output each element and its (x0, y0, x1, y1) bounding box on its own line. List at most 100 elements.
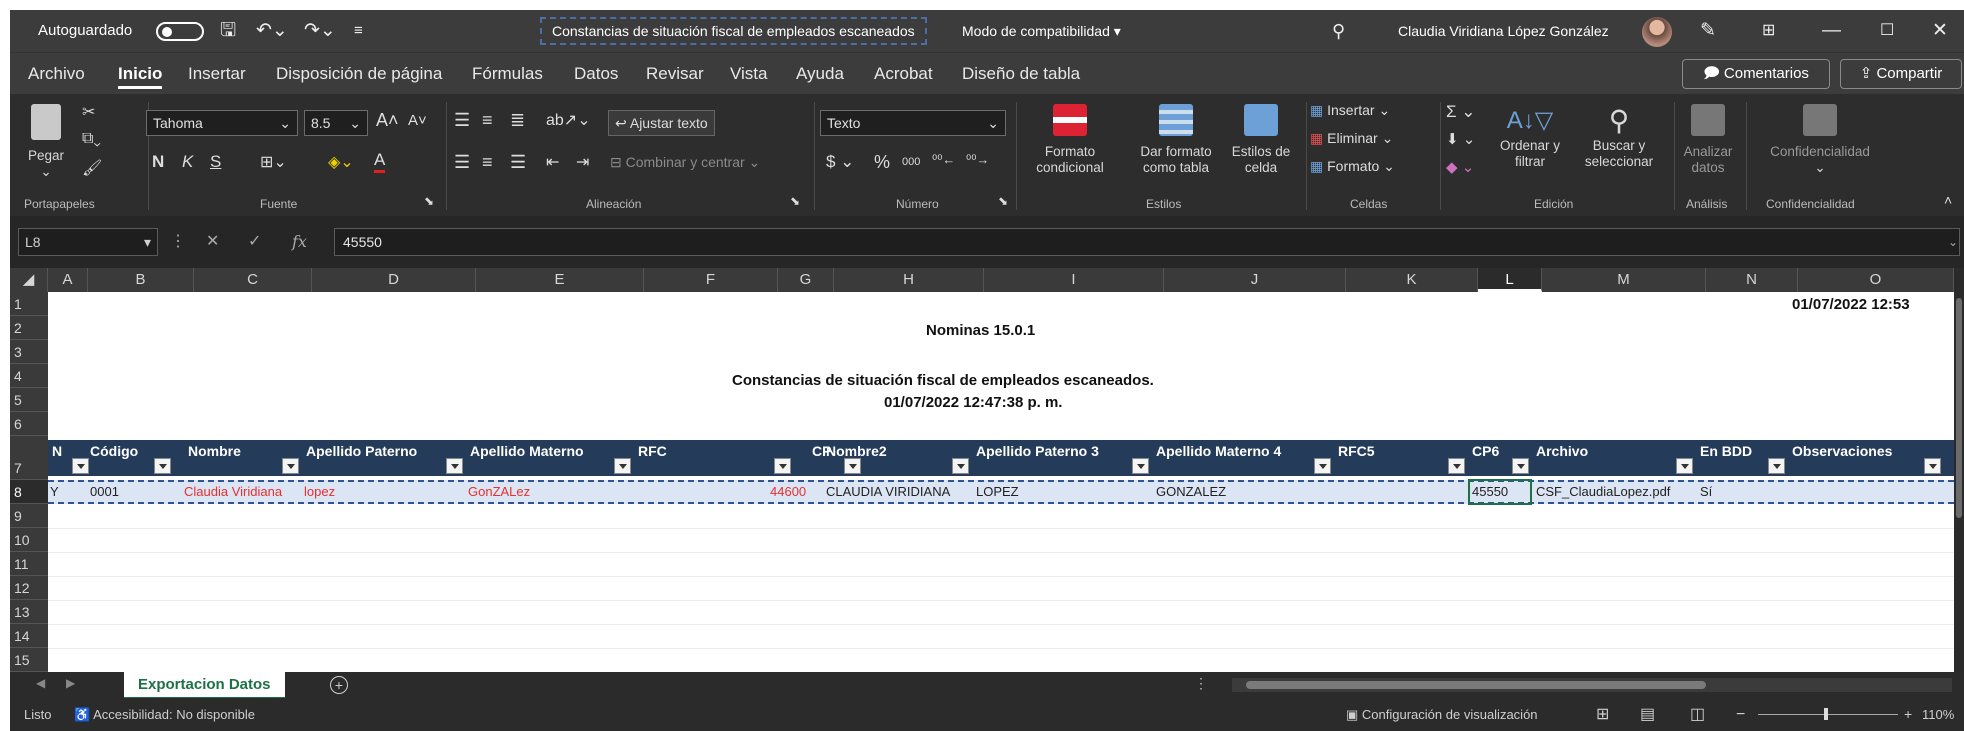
header-codigo[interactable]: Código (86, 440, 174, 476)
ribbon-display-icon[interactable]: ⊞ (1762, 10, 1775, 52)
format-as-table-button[interactable]: Dar formato como tabla (1128, 104, 1224, 176)
col-k[interactable]: K (1346, 268, 1478, 292)
col-c[interactable]: C (194, 268, 312, 292)
filter-observaciones-button[interactable] (1924, 458, 1941, 474)
header-nombre[interactable]: Nombre (184, 440, 302, 476)
row-11[interactable]: 11 (10, 552, 48, 576)
cancel-icon[interactable]: ✕ (206, 228, 219, 256)
font-size-select[interactable]: 8.5 ⌄ (304, 110, 368, 136)
col-n[interactable]: N (1706, 268, 1798, 292)
col-l[interactable]: L (1478, 268, 1542, 292)
alignment-dialog-icon[interactable]: ⬊ (790, 194, 800, 208)
tab-diseno-tabla[interactable]: Diseño de tabla (962, 53, 1080, 95)
find-select-button[interactable]: ⚲ Buscar y seleccionar (1570, 104, 1668, 170)
align-bottom-icon[interactable]: ≣ (510, 110, 525, 131)
header-cp6[interactable]: CP6 (1468, 440, 1532, 476)
tab-vista[interactable]: Vista (730, 53, 768, 95)
filter-apellido-materno-button[interactable] (614, 458, 631, 474)
page-break-view-icon[interactable]: ◫ (1690, 698, 1705, 731)
header-apellido-paterno[interactable]: Apellido Paterno (302, 440, 466, 476)
tab-ayuda[interactable]: Ayuda (796, 53, 844, 95)
name-box[interactable]: L8 ▾ (18, 228, 158, 256)
pen-icon[interactable]: ✎ (1700, 10, 1716, 52)
row-2[interactable]: 2 (10, 316, 48, 340)
tab-datos[interactable]: Datos (574, 53, 618, 95)
number-format-select[interactable]: Texto ⌄ (820, 110, 1006, 136)
next-sheet-icon[interactable]: ▶ (66, 676, 75, 690)
align-left-icon[interactable]: ☰ (454, 152, 470, 173)
align-top-icon[interactable]: ☰ (454, 110, 470, 131)
autosave-toggle[interactable] (156, 22, 204, 41)
number-dialog-icon[interactable]: ⬊ (998, 194, 1008, 208)
display-settings-button[interactable]: ▣ Configuración de visualización (1346, 698, 1538, 731)
header-nombre2[interactable]: Nombre2 (822, 440, 972, 476)
increase-indent-icon[interactable]: ⇥ (576, 152, 589, 172)
sensitivity-button[interactable]: Confidencialidad ⌄ (1752, 104, 1888, 176)
cell-archivo[interactable]: CSF_ClaudiaLopez.pdf (1536, 484, 1670, 499)
search-icon[interactable]: ⚲ (1332, 10, 1345, 52)
header-apellido-materno-4[interactable]: Apellido Materno 4 (1152, 440, 1334, 476)
header-apellido-materno[interactable]: Apellido Materno (466, 440, 634, 476)
page-layout-view-icon[interactable]: ▤ (1640, 698, 1655, 731)
align-right-icon[interactable]: ☰ (510, 152, 526, 173)
prev-sheet-icon[interactable]: ◀ (36, 676, 45, 690)
currency-icon[interactable]: $ ⌄ (826, 152, 854, 172)
cell-styles-button[interactable]: Estilos de celda (1226, 104, 1296, 176)
filter-en-bdd-button[interactable] (1768, 458, 1785, 474)
increase-decimal-icon[interactable]: ⁰⁰← (932, 152, 955, 168)
decrease-indent-icon[interactable]: ⇤ (546, 152, 559, 172)
underline-button[interactable]: S (210, 152, 221, 172)
document-title[interactable]: Constancias de situación fiscal de emple… (540, 17, 927, 45)
row-15[interactable]: 15 (10, 648, 48, 672)
avatar[interactable] (1642, 17, 1672, 47)
italic-button[interactable]: K (182, 152, 193, 172)
vertical-scrollbar[interactable] (1954, 268, 1964, 672)
cell-codigo[interactable]: 0001 (90, 484, 119, 499)
customize-toolbar-icon[interactable]: ≡ (354, 10, 363, 52)
select-all-corner[interactable]: ◢ (10, 268, 48, 292)
decrease-font-icon[interactable]: A˅ (408, 112, 427, 129)
row-10[interactable]: 10 (10, 528, 48, 552)
minimize-icon[interactable]: — (1822, 10, 1841, 52)
filter-apellido-paterno-button[interactable] (446, 458, 463, 474)
header-en-bdd[interactable]: En BDD (1696, 440, 1788, 476)
tab-formulas[interactable]: Fórmulas (472, 53, 543, 95)
autosum-icon[interactable]: Σ ⌄ (1446, 102, 1475, 122)
col-m[interactable]: M (1542, 268, 1706, 292)
decrease-decimal-icon[interactable]: ⁰⁰→ (966, 152, 989, 168)
analyze-data-button[interactable]: Analizar datos (1678, 104, 1738, 176)
row-8[interactable]: 8 (10, 480, 48, 504)
worksheet-grid[interactable]: 01/07/2022 12:53 Nominas 15.0.1 Constanc… (48, 292, 1954, 672)
row-9[interactable]: 9 (10, 504, 48, 528)
delete-cells-button[interactable]: ▦ Eliminar ⌄ (1310, 130, 1393, 147)
tab-insertar[interactable]: Insertar (188, 53, 246, 95)
format-painter-icon[interactable]: 🖌 (82, 158, 102, 178)
percent-icon[interactable]: % (874, 152, 890, 173)
cut-icon[interactable]: ✂ (82, 102, 95, 122)
copy-icon[interactable]: ⧉⌄ (82, 130, 101, 148)
collapse-ribbon-icon[interactable]: ˄ (1944, 192, 1952, 208)
col-f[interactable]: F (644, 268, 778, 292)
insert-cells-button[interactable]: ▦ Insertar ⌄ (1310, 102, 1390, 119)
zoom-slider[interactable] (1758, 708, 1898, 720)
add-sheet-icon[interactable]: + (330, 676, 348, 694)
report-generated-date[interactable]: 01/07/2022 12:47:38 p. m. (884, 394, 1062, 411)
fill-color-icon[interactable]: ◈⌄ (328, 152, 354, 172)
tab-archivo[interactable]: Archivo (28, 53, 85, 95)
cell-cp[interactable]: 44600 (770, 484, 806, 499)
header-rfc[interactable]: RFC (634, 440, 794, 476)
maximize-icon[interactable]: ☐ (1880, 10, 1894, 52)
cell-apellido-materno-4[interactable]: GONZALEZ (1156, 484, 1226, 499)
col-d[interactable]: D (312, 268, 476, 292)
report-timestamp[interactable]: 01/07/2022 12:53 (1792, 296, 1910, 313)
share-button[interactable]: ⇪ Compartir (1840, 59, 1962, 89)
row-3[interactable]: 3 (10, 340, 48, 364)
zoom-level[interactable]: 110% (1922, 698, 1954, 731)
col-o[interactable]: O (1798, 268, 1954, 292)
align-center-icon[interactable]: ≡ (482, 152, 493, 173)
filter-nombre2-button[interactable] (952, 458, 969, 474)
horizontal-scrollbar[interactable] (1232, 678, 1952, 692)
col-b[interactable]: B (88, 268, 194, 292)
save-icon[interactable]: 🖫 (220, 10, 236, 52)
font-name-select[interactable]: Tahoma ⌄ (146, 110, 298, 136)
